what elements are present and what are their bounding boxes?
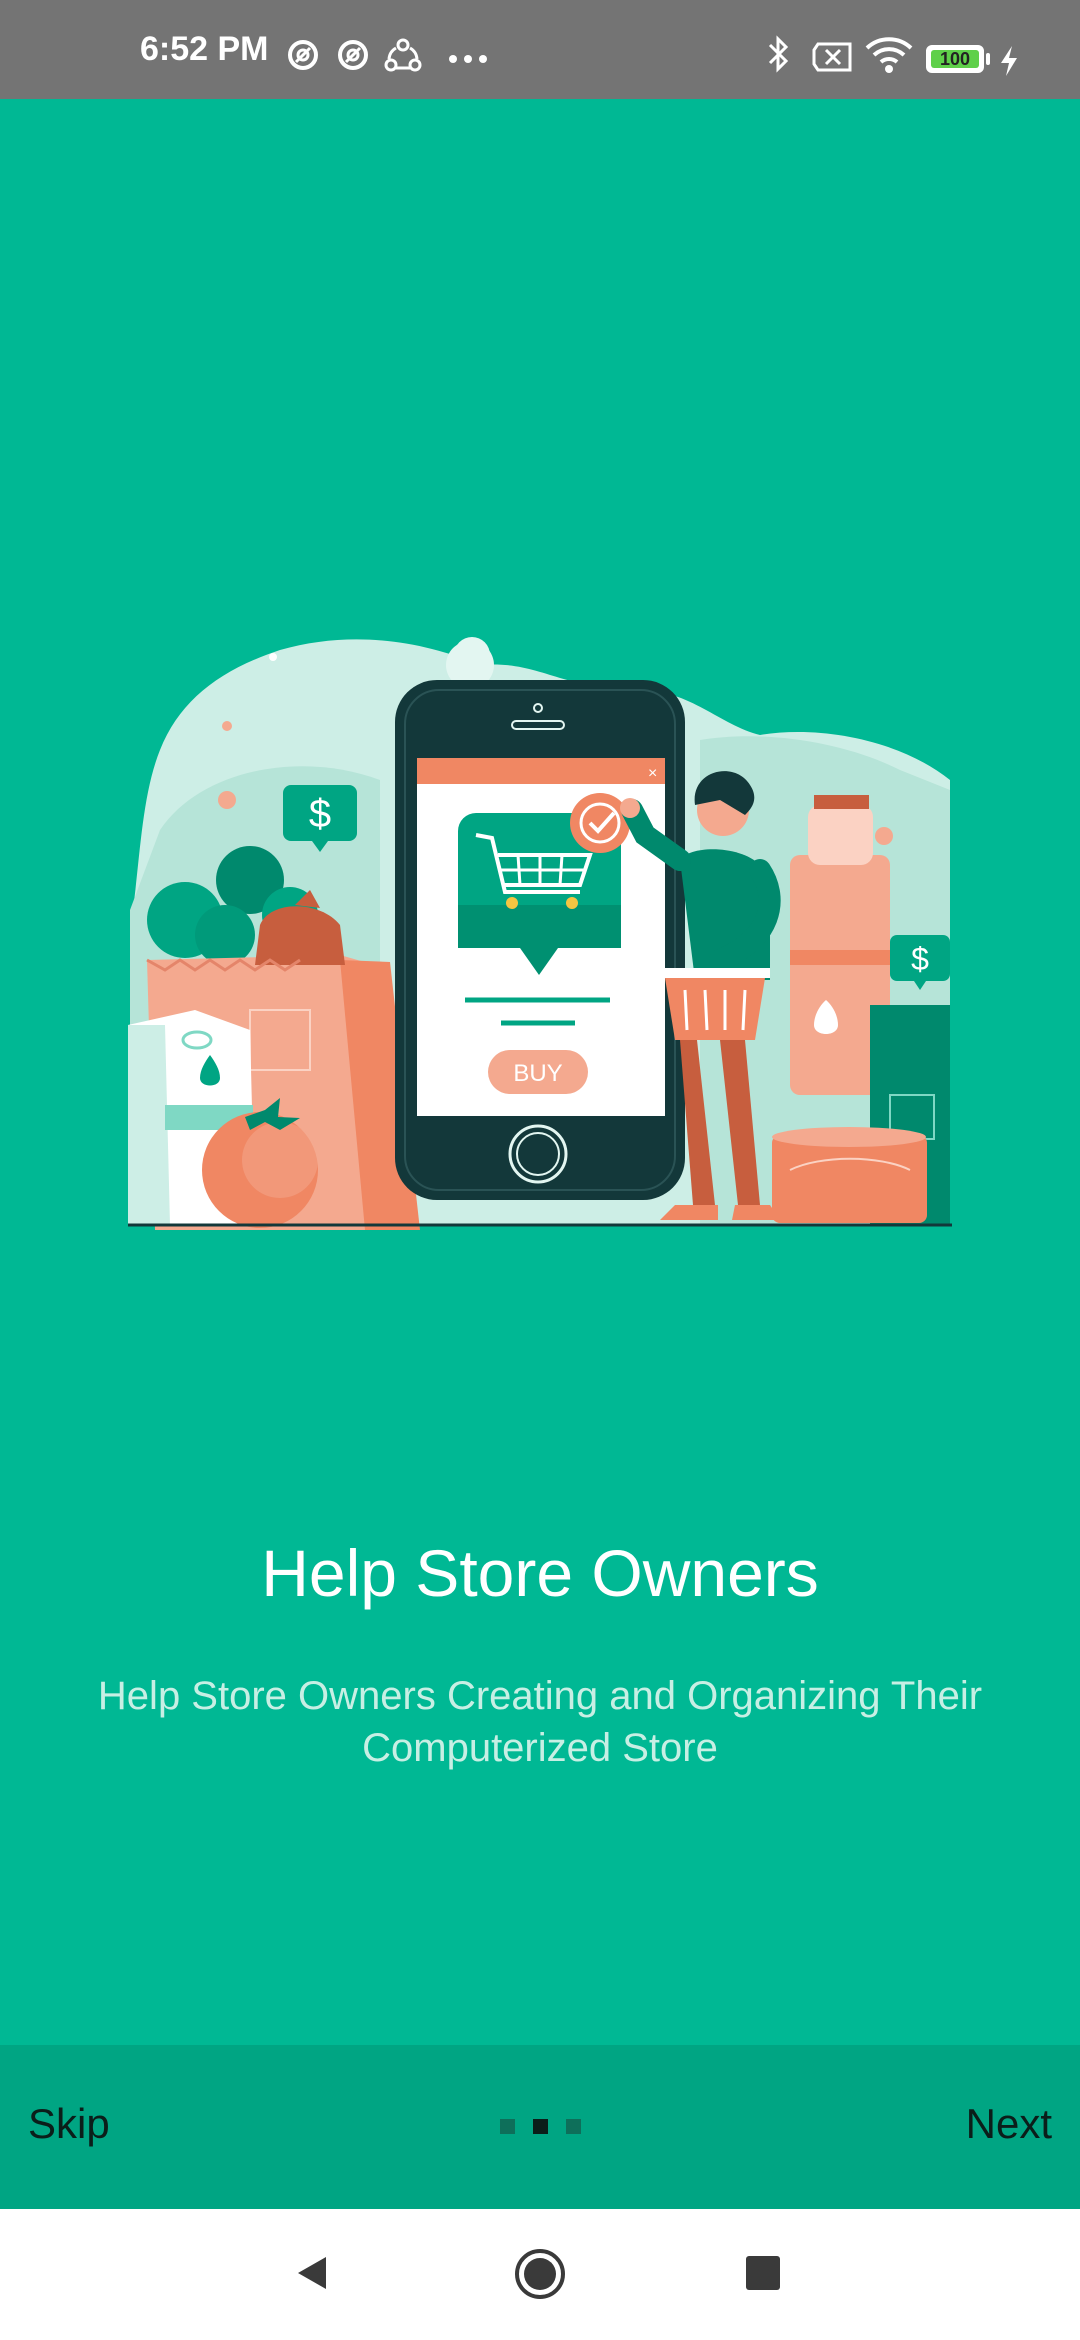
status-time: 6:52 PM	[140, 30, 269, 68]
svg-text:$: $	[309, 792, 331, 836]
phone-graphic: × BUY	[395, 680, 685, 1200]
recents-icon[interactable]	[745, 2255, 781, 2291]
system-nav-bar	[0, 2209, 1080, 2340]
buy-label: BUY	[513, 1060, 562, 1087]
battery-level: 100	[931, 50, 979, 68]
battery-icon: 100	[926, 45, 984, 73]
wifi-icon	[865, 37, 913, 73]
more-dots-icon	[449, 55, 487, 63]
onboarding-title: Help Store Owners	[261, 1536, 819, 1610]
at-sign-icon	[288, 40, 318, 70]
back-icon[interactable]	[292, 2253, 332, 2293]
battery-nub	[986, 53, 990, 65]
bluetooth-icon	[768, 35, 789, 73]
status-bar: 6:52 PM 100	[0, 0, 1080, 99]
store-illustration: $ $ × BUY	[128, 637, 952, 1230]
page-dot-2-active[interactable]	[533, 2119, 548, 2134]
share-icon	[384, 38, 422, 72]
onboarding-bottom-bar: Skip Next	[0, 2045, 1080, 2209]
skip-button[interactable]: Skip	[28, 2100, 110, 2148]
svg-text:×: ×	[648, 765, 657, 782]
at-sign-icon	[338, 40, 368, 70]
page-indicator	[500, 2117, 590, 2137]
svg-text:$: $	[911, 941, 929, 977]
charging-icon	[1001, 46, 1017, 76]
no-sim-icon	[812, 42, 852, 72]
page-dot-1[interactable]	[500, 2119, 515, 2134]
home-icon[interactable]	[513, 2247, 567, 2301]
onboarding-description: Help Store Owners Creating and Organizin…	[97, 1674, 983, 1770]
page-dot-3[interactable]	[566, 2119, 581, 2134]
next-button[interactable]: Next	[966, 2100, 1052, 2148]
